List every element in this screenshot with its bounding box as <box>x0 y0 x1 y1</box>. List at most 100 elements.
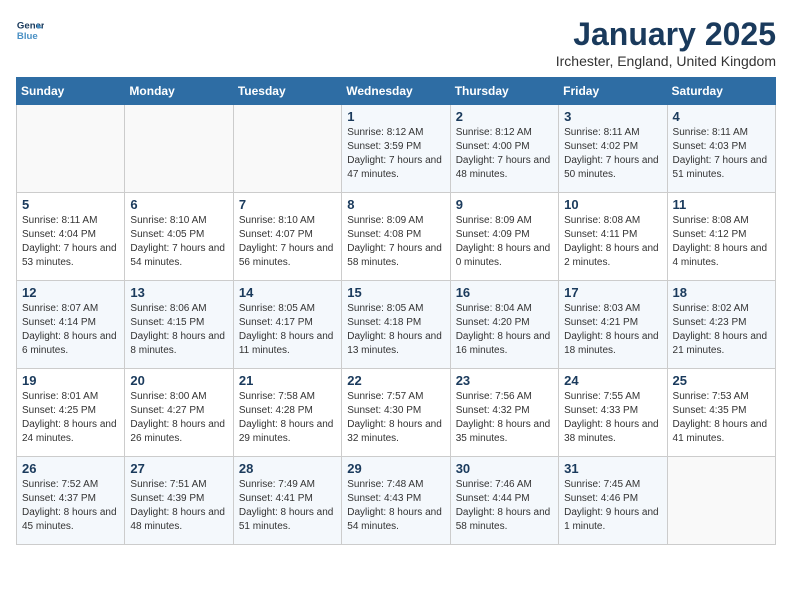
day-number: 18 <box>673 285 770 300</box>
calendar-cell: 16Sunrise: 8:04 AM Sunset: 4:20 PM Dayli… <box>450 281 558 369</box>
calendar-cell: 15 Sunrise: 8:05 AM Sunset: 4:18 PM Dayli… <box>342 281 450 369</box>
calendar-cell: 27Sunrise: 7:51 AM Sunset: 4:39 PM Dayli… <box>125 457 233 545</box>
calendar-cell: 5 Sunrise: 8:11 AM Sunset: 4:04 PM Daylig… <box>17 193 125 281</box>
day-number: 24 <box>564 373 661 388</box>
logo: General Blue <box>16 16 44 44</box>
cell-info: Sunrise: 8:08 AM Sunset: 4:12 PM Dayligh… <box>673 214 770 270</box>
calendar-cell: 21 Sunrise: 7:58 AM Sunset: 4:28 PM Dayli… <box>233 369 341 457</box>
day-number: 20 <box>130 373 227 388</box>
logo-icon: General Blue <box>16 16 44 44</box>
day-number: 5 <box>22 197 119 212</box>
cell-info: Sunrise: 7:49 AM Sunset: 4:41 PM Dayligh… <box>239 478 336 534</box>
calendar-cell: 2 Sunrise: 8:12 AM Sunset: 4:00 PM Daylig… <box>450 105 558 193</box>
calendar-cell: 30Sunrise: 7:46 AM Sunset: 4:44 PM Dayli… <box>450 457 558 545</box>
day-number: 30 <box>456 461 553 476</box>
calendar-cell: 12 Sunrise: 8:07 AM Sunset: 4:14 PM Dayli… <box>17 281 125 369</box>
day-number: 7 <box>239 197 336 212</box>
day-number: 22 <box>347 373 444 388</box>
calendar-cell: 17 Sunrise: 8:03 AM Sunset: 4:21 PM Dayli… <box>559 281 667 369</box>
day-number: 16 <box>456 285 553 300</box>
calendar-cell: 8 Sunrise: 8:09 AM Sunset: 4:08 PM Daylig… <box>342 193 450 281</box>
cell-info: Sunrise: 8:12 AM Sunset: 4:00 PM Dayligh… <box>456 126 553 182</box>
calendar-cell: 3Sunrise: 8:11 AM Sunset: 4:02 PM Daylig… <box>559 105 667 193</box>
calendar-cell: 11 Sunrise: 8:08 AM Sunset: 4:12 PM Dayli… <box>667 193 775 281</box>
cell-info: Sunrise: 8:12 AM Sunset: 3:59 PM Dayligh… <box>347 126 444 182</box>
calendar-cell: 23 Sunrise: 7:56 AM Sunset: 4:32 PM Dayli… <box>450 369 558 457</box>
calendar-cell: 4 Sunrise: 8:11 AM Sunset: 4:03 PM Daylig… <box>667 105 775 193</box>
calendar-cell: 31 Sunrise: 7:45 AM Sunset: 4:46 PM Dayli… <box>559 457 667 545</box>
cell-info: Sunrise: 7:57 AM Sunset: 4:30 PM Dayligh… <box>347 390 444 446</box>
cell-info: Sunrise: 8:02 AM Sunset: 4:23 PM Dayligh… <box>673 302 770 358</box>
cell-info: Sunrise: 8:00 AM Sunset: 4:27 PM Dayligh… <box>130 390 227 446</box>
day-number: 28 <box>239 461 336 476</box>
day-number: 8 <box>347 197 444 212</box>
weekday-header-monday: Monday <box>125 78 233 105</box>
day-number: 23 <box>456 373 553 388</box>
cell-info: Sunrise: 8:11 AM Sunset: 4:02 PM Dayligh… <box>564 126 661 182</box>
cell-info: Sunrise: 8:11 AM Sunset: 4:04 PM Dayligh… <box>22 214 119 270</box>
day-number: 21 <box>239 373 336 388</box>
day-number: 6 <box>130 197 227 212</box>
calendar-cell: 22 Sunrise: 7:57 AM Sunset: 4:30 PM Dayli… <box>342 369 450 457</box>
calendar-cell: 13Sunrise: 8:06 AM Sunset: 4:15 PM Dayli… <box>125 281 233 369</box>
day-number: 19 <box>22 373 119 388</box>
day-number: 14 <box>239 285 336 300</box>
cell-info: Sunrise: 8:03 AM Sunset: 4:21 PM Dayligh… <box>564 302 661 358</box>
cell-info: Sunrise: 8:05 AM Sunset: 4:17 PM Dayligh… <box>239 302 336 358</box>
calendar-cell: 1 Sunrise: 8:12 AM Sunset: 3:59 PM Daylig… <box>342 105 450 193</box>
weekday-header-thursday: Thursday <box>450 78 558 105</box>
cell-info: Sunrise: 7:58 AM Sunset: 4:28 PM Dayligh… <box>239 390 336 446</box>
day-number: 4 <box>673 109 770 124</box>
calendar-cell: 20 Sunrise: 8:00 AM Sunset: 4:27 PM Dayli… <box>125 369 233 457</box>
day-number: 25 <box>673 373 770 388</box>
cell-info: Sunrise: 8:09 AM Sunset: 4:09 PM Dayligh… <box>456 214 553 270</box>
day-number: 11 <box>673 197 770 212</box>
weekday-header-tuesday: Tuesday <box>233 78 341 105</box>
cell-info: Sunrise: 8:07 AM Sunset: 4:14 PM Dayligh… <box>22 302 119 358</box>
cell-info: Sunrise: 8:08 AM Sunset: 4:11 PM Dayligh… <box>564 214 661 270</box>
location: Irchester, England, United Kingdom <box>556 53 776 69</box>
calendar-cell: 24 Sunrise: 7:55 AM Sunset: 4:33 PM Dayli… <box>559 369 667 457</box>
day-number: 10 <box>564 197 661 212</box>
calendar-cell: 29 Sunrise: 7:48 AM Sunset: 4:43 PM Dayli… <box>342 457 450 545</box>
cell-info: Sunrise: 8:10 AM Sunset: 4:05 PM Dayligh… <box>130 214 227 270</box>
calendar-cell: 14 Sunrise: 8:05 AM Sunset: 4:17 PM Dayli… <box>233 281 341 369</box>
calendar-cell <box>125 105 233 193</box>
calendar-cell: 7 Sunrise: 8:10 AM Sunset: 4:07 PM Daylig… <box>233 193 341 281</box>
calendar-cell: 28 Sunrise: 7:49 AM Sunset: 4:41 PM Dayli… <box>233 457 341 545</box>
calendar-cell: 26Sunrise: 7:52 AM Sunset: 4:37 PM Dayli… <box>17 457 125 545</box>
cell-info: Sunrise: 8:01 AM Sunset: 4:25 PM Dayligh… <box>22 390 119 446</box>
cell-info: Sunrise: 8:10 AM Sunset: 4:07 PM Dayligh… <box>239 214 336 270</box>
calendar-cell <box>667 457 775 545</box>
day-number: 2 <box>456 109 553 124</box>
calendar-cell <box>233 105 341 193</box>
day-number: 31 <box>564 461 661 476</box>
day-number: 12 <box>22 285 119 300</box>
weekday-header-wednesday: Wednesday <box>342 78 450 105</box>
title-block: January 2025 Irchester, England, United … <box>556 16 776 69</box>
cell-info: Sunrise: 7:48 AM Sunset: 4:43 PM Dayligh… <box>347 478 444 534</box>
calendar-cell: 6 Sunrise: 8:10 AM Sunset: 4:05 PM Daylig… <box>125 193 233 281</box>
calendar-cell: 19 Sunrise: 8:01 AM Sunset: 4:25 PM Dayli… <box>17 369 125 457</box>
weekday-header-sunday: Sunday <box>17 78 125 105</box>
cell-info: Sunrise: 8:06 AM Sunset: 4:15 PM Dayligh… <box>130 302 227 358</box>
cell-info: Sunrise: 8:09 AM Sunset: 4:08 PM Dayligh… <box>347 214 444 270</box>
day-number: 27 <box>130 461 227 476</box>
calendar-cell: 10 Sunrise: 8:08 AM Sunset: 4:11 PM Dayli… <box>559 193 667 281</box>
cell-info: Sunrise: 8:05 AM Sunset: 4:18 PM Dayligh… <box>347 302 444 358</box>
cell-info: Sunrise: 7:56 AM Sunset: 4:32 PM Dayligh… <box>456 390 553 446</box>
cell-info: Sunrise: 7:52 AM Sunset: 4:37 PM Dayligh… <box>22 478 119 534</box>
calendar-table: SundayMondayTuesdayWednesdayThursdayFrid… <box>16 77 776 545</box>
day-number: 17 <box>564 285 661 300</box>
calendar-cell <box>17 105 125 193</box>
cell-info: Sunrise: 7:45 AM Sunset: 4:46 PM Dayligh… <box>564 478 661 534</box>
weekday-header-saturday: Saturday <box>667 78 775 105</box>
cell-info: Sunrise: 7:53 AM Sunset: 4:35 PM Dayligh… <box>673 390 770 446</box>
day-number: 1 <box>347 109 444 124</box>
calendar-cell: 9 Sunrise: 8:09 AM Sunset: 4:09 PM Daylig… <box>450 193 558 281</box>
day-number: 29 <box>347 461 444 476</box>
cell-info: Sunrise: 7:55 AM Sunset: 4:33 PM Dayligh… <box>564 390 661 446</box>
cell-info: Sunrise: 8:11 AM Sunset: 4:03 PM Dayligh… <box>673 126 770 182</box>
day-number: 9 <box>456 197 553 212</box>
day-number: 15 <box>347 285 444 300</box>
